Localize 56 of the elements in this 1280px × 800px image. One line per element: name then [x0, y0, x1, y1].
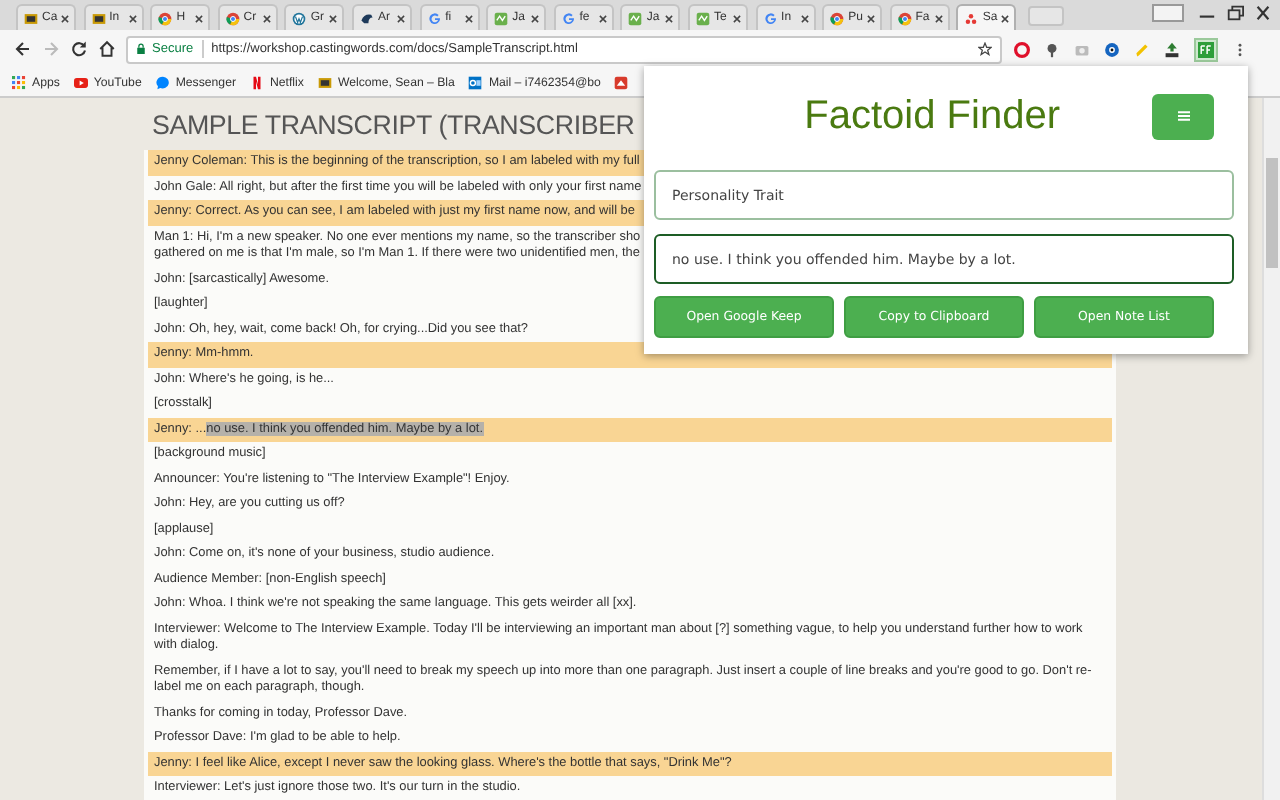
film-icon — [24, 11, 38, 25]
scrollbar[interactable] — [1262, 98, 1280, 800]
close-icon[interactable] — [933, 13, 944, 23]
popup-title: Factoid Finder — [804, 93, 1060, 139]
film-icon — [91, 11, 106, 25]
close-icon[interactable] — [530, 13, 541, 23]
dots-icon — [964, 11, 979, 25]
bird-icon — [359, 11, 374, 25]
n-logo-icon — [250, 75, 264, 89]
star-icon[interactable] — [978, 42, 992, 56]
close-icon[interactable] — [799, 13, 810, 23]
chrome-icon — [158, 11, 173, 25]
close-icon[interactable] — [127, 13, 138, 23]
close-icon[interactable] — [597, 13, 608, 23]
eye-icon[interactable] — [1104, 41, 1120, 57]
ff-badge-icon — [1198, 41, 1214, 57]
close-icon[interactable] — [261, 13, 272, 23]
g-logo-icon — [427, 11, 442, 25]
chrome-icon — [225, 11, 240, 25]
o-logo-icon[interactable] — [1014, 41, 1030, 57]
chrome-icon — [897, 11, 912, 25]
zigzag-app-icon — [494, 11, 509, 25]
menu-button[interactable] — [1152, 93, 1214, 139]
restore-icon[interactable] — [1224, 4, 1246, 22]
tray-icon[interactable] — [1164, 41, 1180, 57]
profile-button[interactable] — [1152, 4, 1184, 22]
pin-icon[interactable] — [1044, 41, 1060, 57]
close-icon[interactable] — [60, 13, 70, 23]
close-icon[interactable] — [731, 13, 742, 23]
apps-grid-icon — [12, 75, 26, 89]
back-icon[interactable] — [13, 40, 31, 58]
mail-icon — [468, 75, 483, 89]
close-icon[interactable] — [664, 13, 675, 23]
close-icon[interactable] — [328, 13, 339, 23]
g-logo-icon — [763, 11, 778, 25]
lock-icon — [136, 42, 146, 56]
film-icon — [317, 75, 332, 89]
close-icon[interactable] — [395, 13, 406, 23]
page-title: SAMPLE TRANSCRIPT (TRANSCRIBER — [152, 112, 635, 138]
app-shortcut-icon[interactable] — [614, 75, 629, 89]
zigzag-app-icon — [628, 11, 643, 25]
g-logo-icon — [561, 11, 576, 25]
close-icon[interactable] — [1000, 13, 1011, 23]
play-icon — [73, 75, 88, 89]
close-icon[interactable] — [194, 13, 205, 23]
home-icon[interactable] — [97, 40, 115, 58]
extension-button[interactable] — [1194, 37, 1218, 61]
close-icon[interactable] — [1252, 4, 1274, 22]
close-icon[interactable] — [866, 13, 877, 23]
chrome-icon — [830, 11, 845, 25]
menu-icon — [1175, 110, 1191, 122]
w-logo-icon — [292, 11, 307, 25]
reload-icon[interactable] — [69, 40, 87, 58]
close-icon[interactable] — [463, 13, 474, 23]
chat-bubble-icon — [155, 75, 170, 89]
zigzag-app-icon — [695, 11, 710, 25]
